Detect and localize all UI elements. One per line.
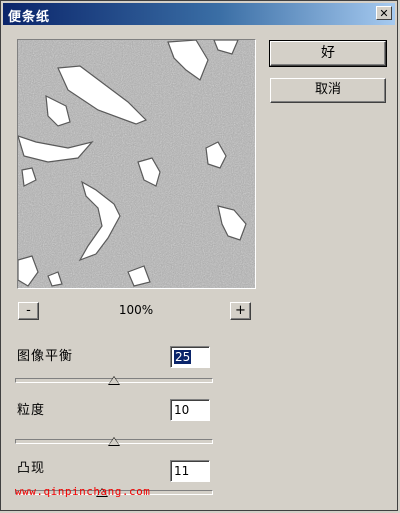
graininess-label: 粒度 [17, 403, 46, 418]
graininess-input[interactable]: 10 [170, 399, 210, 421]
title-bar[interactable]: 便条纸 ✕ [3, 3, 395, 25]
relief-label: 凸现 [17, 461, 46, 476]
close-icon: ✕ [379, 7, 389, 20]
relief-value: 11 [174, 464, 190, 478]
zoom-level: 100% [118, 303, 154, 317]
image-balance-input[interactable]: 25 [170, 346, 210, 368]
relief-input[interactable]: 11 [170, 460, 210, 482]
zoom-in-button[interactable]: + [230, 302, 251, 320]
cancel-button[interactable]: 取消 [270, 78, 386, 103]
note-paper-dialog: 便条纸 ✕ 好 取消 - 100% + 图像平衡 25 粒度 10 凸现 11 … [0, 0, 398, 511]
close-button[interactable]: ✕ [376, 6, 392, 20]
window-title: 便条纸 [8, 10, 51, 25]
graininess-slider-thumb[interactable] [108, 437, 120, 446]
graininess-value: 10 [174, 403, 190, 417]
zoom-out-button[interactable]: - [18, 302, 39, 320]
watermark-text: www.qinpinchang.com [15, 485, 151, 498]
image-balance-label: 图像平衡 [17, 349, 74, 364]
note-paper-preview-image [18, 40, 255, 288]
ok-button[interactable]: 好 [269, 40, 387, 67]
filter-preview[interactable] [17, 39, 256, 289]
image-balance-value: 25 [174, 350, 192, 364]
image-balance-slider-thumb[interactable] [108, 376, 120, 385]
